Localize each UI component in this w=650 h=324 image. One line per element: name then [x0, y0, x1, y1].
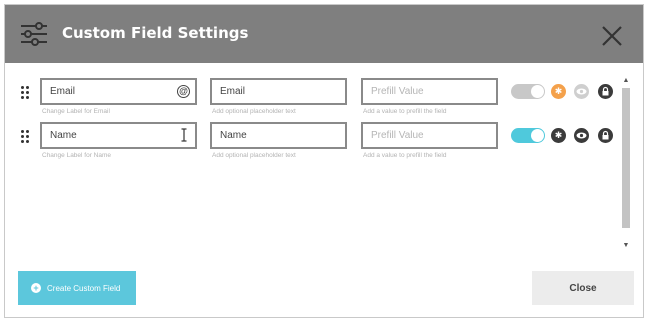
prefill-input-email[interactable]: Prefill Value [361, 78, 498, 105]
field-row-email: Email @ Change Label for Email Email Add… [5, 78, 625, 118]
placeholder-input-name[interactable]: Name [210, 122, 347, 149]
placeholder-input-value: Email [220, 86, 246, 97]
drag-handle-icon[interactable] [21, 86, 31, 100]
lock-icon[interactable] [598, 128, 613, 143]
prefill-hint: Add a value to prefill the field [363, 108, 447, 115]
required-asterisk-icon[interactable]: ✱ [551, 128, 566, 143]
dialog-header: Custom Field Settings [5, 5, 643, 63]
placeholder-input-email[interactable]: Email [210, 78, 347, 105]
enable-toggle[interactable] [511, 84, 545, 99]
fields-scrollbar[interactable]: ▲ ▼ [620, 76, 632, 256]
at-sign-icon: @ [177, 85, 190, 98]
prefill-placeholder: Prefill Value [371, 130, 424, 141]
toggle-knob [531, 85, 544, 98]
drag-handle-icon[interactable] [21, 130, 31, 144]
label-hint: Change Label for Email [42, 108, 110, 115]
dialog-title: Custom Field Settings [62, 24, 249, 42]
text-cursor-icon [181, 128, 187, 142]
scroll-down-icon[interactable]: ▼ [620, 241, 632, 251]
placeholder-hint: Add optional placeholder text [212, 152, 296, 159]
close-button[interactable]: Close [532, 271, 634, 305]
placeholder-hint: Add optional placeholder text [212, 108, 296, 115]
eye-icon[interactable] [574, 128, 589, 143]
create-custom-field-button[interactable]: + Create Custom Field [18, 271, 136, 305]
plus-circle-icon: + [31, 283, 41, 293]
label-input-value: Email [50, 86, 76, 97]
close-icon[interactable] [601, 25, 623, 47]
prefill-placeholder: Prefill Value [371, 86, 424, 97]
required-asterisk-icon[interactable]: ✱ [551, 84, 566, 99]
eye-icon[interactable] [574, 84, 589, 99]
label-hint: Change Label for Name [42, 152, 112, 159]
create-custom-field-label: Create Custom Field [47, 284, 121, 293]
sliders-icon [21, 22, 47, 46]
lock-icon[interactable] [598, 84, 613, 99]
prefill-hint: Add a value to prefill the field [363, 152, 447, 159]
prefill-input-name[interactable]: Prefill Value [361, 122, 498, 149]
toggle-knob [531, 129, 544, 142]
placeholder-input-value: Name [220, 130, 247, 141]
scrollbar-thumb[interactable] [622, 88, 630, 228]
label-input-name[interactable]: Name [40, 122, 197, 149]
custom-field-settings-dialog: Custom Field Settings Email @ Change Lab… [4, 4, 644, 318]
enable-toggle[interactable] [511, 128, 545, 143]
label-input-email[interactable]: Email @ [40, 78, 197, 105]
label-input-value: Name [50, 130, 77, 141]
field-row-name: Name Change Label for Name Name Add opti… [5, 122, 625, 162]
scroll-up-icon[interactable]: ▲ [620, 76, 632, 86]
